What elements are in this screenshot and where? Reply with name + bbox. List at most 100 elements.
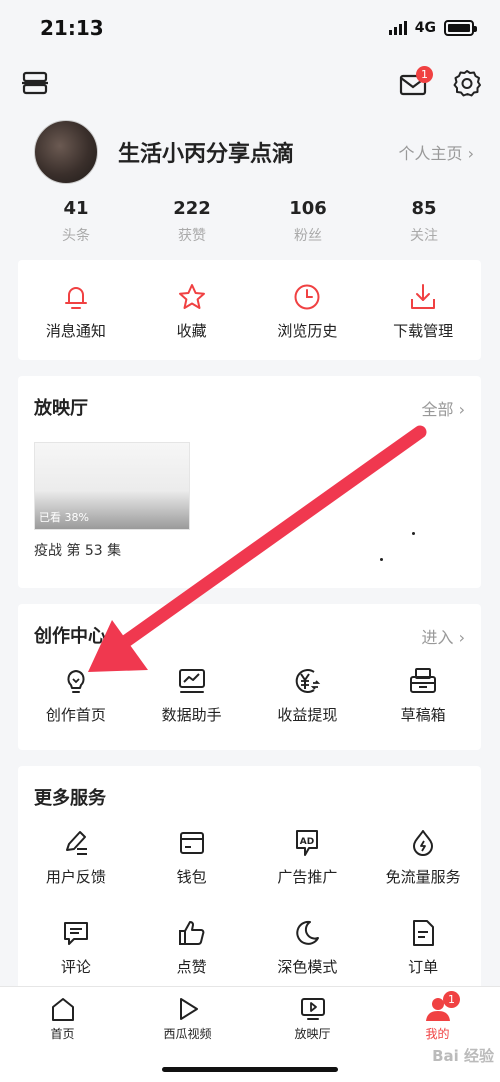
mail-badge: 1 xyxy=(416,66,433,83)
comments-button[interactable]: 评论 xyxy=(18,918,134,977)
signal-icon xyxy=(388,21,407,35)
status-time: 21:13 xyxy=(40,16,104,40)
play-icon xyxy=(179,998,198,1020)
orders-button[interactable]: 订单 xyxy=(365,918,481,977)
notifications-button[interactable]: 消息通知 xyxy=(18,260,134,360)
avatar[interactable] xyxy=(34,120,98,184)
tab-label: 西瓜视频 xyxy=(163,1027,212,1041)
theater-all-link[interactable]: 全部 › xyxy=(422,396,466,420)
icon-label: 用户反馈 xyxy=(45,868,106,886)
star-icon xyxy=(178,284,205,309)
creator-enter-link[interactable]: 进入 › xyxy=(422,624,466,648)
video-thumbnail[interactable]: 已看 38% xyxy=(34,442,190,530)
thumbs-up-icon xyxy=(178,921,205,945)
icon-label: 广告推广 xyxy=(277,868,338,886)
status-icons: 4G xyxy=(388,20,477,36)
me-badge: 1 xyxy=(443,991,460,1008)
gear-icon xyxy=(453,70,481,97)
stat-articles[interactable]: 41 头条 xyxy=(18,198,134,245)
creator-center-card: 创作中心 进入 › 创作首页 数据助手 收益提现 草稿箱 xyxy=(18,604,481,750)
tab-me[interactable]: 1 我的 xyxy=(375,987,500,1042)
quick-label: 收藏 xyxy=(176,322,207,340)
lightbulb-icon xyxy=(67,670,85,693)
quick-label: 浏览历史 xyxy=(277,322,338,340)
printer-icon xyxy=(410,668,437,693)
mail-button[interactable]: 1 xyxy=(398,66,433,98)
tab-home[interactable]: 首页 xyxy=(0,987,125,1042)
stat-following[interactable]: 85 关注 xyxy=(366,198,482,245)
dark-mode-button[interactable]: 深色模式 xyxy=(250,918,366,977)
comment-icon xyxy=(63,922,88,945)
quick-label: 下载管理 xyxy=(393,322,454,340)
watermark: Bai 经验 xyxy=(432,1047,494,1065)
tab-xigua-video[interactable]: 西瓜视频 xyxy=(125,987,250,1042)
quick-label: 消息通知 xyxy=(45,322,106,340)
status-bar: 21:13 4G xyxy=(0,0,500,56)
pen-icon xyxy=(65,831,87,855)
stat-followers[interactable]: 106 粉丝 xyxy=(250,198,366,245)
icon-label: 免流量服务 xyxy=(385,868,461,886)
services-title: 更多服务 xyxy=(34,788,106,809)
quick-actions-card: 消息通知 收藏 浏览历史 下载管理 xyxy=(18,260,481,360)
bottom-tab-bar: 首页 西瓜视频 放映厅 1 我的 Bai 经验 xyxy=(0,986,500,1082)
stat-value: 85 xyxy=(411,198,437,219)
downloads-button[interactable]: 下载管理 xyxy=(365,260,481,360)
icon-label: 深色模式 xyxy=(277,958,338,976)
username: 生活小丙分享点滴 xyxy=(118,142,295,167)
favorites-button[interactable]: 收藏 xyxy=(134,260,250,360)
icon-label: 数据助手 xyxy=(161,706,222,724)
tab-label: 放映厅 xyxy=(294,1027,331,1041)
chart-monitor-icon xyxy=(178,669,205,693)
likes-button[interactable]: 点赞 xyxy=(134,918,250,977)
stat-label: 粉丝 xyxy=(294,228,322,244)
wallet-button[interactable]: 钱包 xyxy=(134,828,250,887)
top-bar: 1 xyxy=(0,60,500,106)
feedback-button[interactable]: 用户反馈 xyxy=(18,828,134,887)
episode-title[interactable]: 疫战 第 53 集 xyxy=(34,540,121,560)
settings-button[interactable] xyxy=(452,68,482,98)
battery-icon xyxy=(444,20,477,36)
watch-progress: 已看 38% xyxy=(39,511,89,524)
creator-home-button[interactable]: 创作首页 xyxy=(18,666,134,725)
stat-likes[interactable]: 222 获赞 xyxy=(134,198,250,245)
theater-title: 放映厅 xyxy=(34,398,88,419)
free-data-button[interactable]: 免流量服务 xyxy=(365,828,481,887)
drafts-button[interactable]: 草稿箱 xyxy=(365,666,481,725)
data-assistant-button[interactable]: 数据助手 xyxy=(134,666,250,725)
wallet-icon xyxy=(179,832,204,854)
moon-icon xyxy=(296,920,320,945)
icon-label: 草稿箱 xyxy=(400,706,446,724)
icon-label: 收益提现 xyxy=(277,706,338,724)
tab-label: 首页 xyxy=(50,1027,75,1041)
creator-title: 创作中心 xyxy=(34,626,106,647)
home-icon xyxy=(51,998,74,1021)
yen-coin-icon xyxy=(296,669,321,693)
clock-icon xyxy=(294,284,320,310)
stat-label: 头条 xyxy=(62,228,90,244)
ad-icon: AD xyxy=(296,830,319,856)
scan-icon xyxy=(22,71,48,95)
tab-list: 首页 西瓜视频 放映厅 1 我的 xyxy=(0,987,500,1042)
services-row-2: 评论 点赞 深色模式 订单 xyxy=(18,918,481,977)
ads-button[interactable]: AD 广告推广 xyxy=(250,828,366,887)
earnings-button[interactable]: 收益提现 xyxy=(250,666,366,725)
stat-label: 获赞 xyxy=(178,228,206,244)
more-services-card: 更多服务 用户反馈 钱包 AD 广告推广 免流量服务 评论 点赞 深色模式 订单 xyxy=(18,766,481,996)
icon-label: 钱包 xyxy=(176,868,207,886)
stat-label: 关注 xyxy=(410,228,438,244)
profile-header[interactable]: 生活小丙分享点滴 个人主页 › xyxy=(0,120,500,186)
tab-label: 我的 xyxy=(425,1027,450,1041)
services-row-1: 用户反馈 钱包 AD 广告推广 免流量服务 xyxy=(18,828,481,887)
scan-button[interactable] xyxy=(20,68,50,98)
stat-value: 222 xyxy=(173,198,211,219)
decor-dot xyxy=(412,532,415,535)
svg-text:AD: AD xyxy=(300,837,314,847)
stats-row: 41 头条 222 获赞 106 粉丝 85 关注 xyxy=(0,198,500,245)
homepage-link[interactable]: 个人主页 › xyxy=(399,140,475,164)
history-button[interactable]: 浏览历史 xyxy=(250,260,366,360)
tab-theater[interactable]: 放映厅 xyxy=(250,987,375,1042)
icon-label: 创作首页 xyxy=(45,706,106,724)
download-icon xyxy=(411,284,436,309)
theater-card: 放映厅 全部 › 已看 38% 疫战 第 53 集 xyxy=(18,376,481,588)
tv-play-icon xyxy=(300,998,325,1020)
